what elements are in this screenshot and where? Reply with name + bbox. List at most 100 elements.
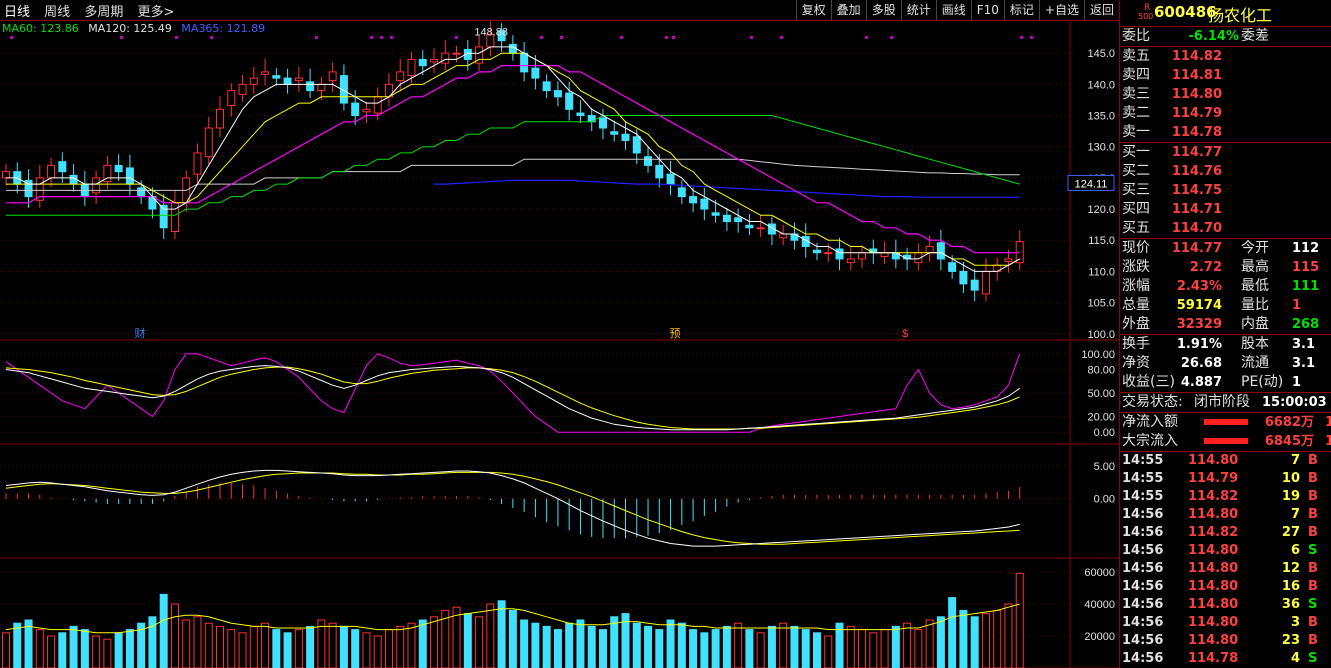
ask-price: 114.79 (1171, 106, 1222, 121)
trading-status: 交易状态: 闭市阶段 15:00:03 (1120, 393, 1331, 413)
kline-chart[interactable]: 145.0140.0135.0130.0125.0120.0115.0110.0… (0, 0, 1119, 668)
trade-volume: 27 (1281, 525, 1300, 540)
signal-dot (120, 36, 123, 39)
trade-side: B (1308, 579, 1318, 594)
quote-row: 现价 114.77 今开 112 (1120, 239, 1331, 258)
volume-bar (869, 632, 878, 668)
candle-body (610, 131, 619, 135)
flow-label: 大宗流入 (1122, 433, 1178, 449)
flow-row: 净流入额 6682万 1 (1120, 413, 1331, 432)
stat-label: 总量 (1122, 297, 1150, 313)
signal-dot (1020, 36, 1023, 39)
candle-body (689, 196, 698, 204)
volume-bar (47, 635, 56, 668)
volume-bar (981, 613, 990, 668)
volume-bar (610, 616, 619, 668)
trade-side: B (1308, 615, 1318, 630)
candle-body (125, 167, 134, 185)
candle-body (430, 58, 439, 63)
candle-body (734, 217, 743, 223)
macd-dif-line (5, 469, 1020, 547)
trade-row: 14:56 114.80 3 B (1120, 614, 1331, 632)
volume-bar (306, 625, 315, 668)
volume-bar (790, 625, 799, 668)
period-tabs: 日线 周线 多周期 更多> (4, 1, 184, 20)
trade-price: 114.78 (1188, 651, 1239, 666)
volume-bar (508, 609, 517, 668)
signal-dot (210, 36, 213, 39)
multi-stock-button[interactable]: 多股 (865, 0, 901, 20)
volume-bar (711, 629, 720, 668)
trade-time: 14:56 (1122, 525, 1164, 540)
volume-bar (92, 635, 101, 668)
volume-bar (824, 635, 833, 668)
candle-body (58, 161, 67, 173)
candle-body (576, 112, 585, 117)
trade-row: 14:55 114.79 10 B (1120, 470, 1331, 488)
volume-bar (655, 629, 664, 668)
stats-button[interactable]: 统计 (900, 0, 936, 20)
signal-dot (1030, 36, 1033, 39)
volume-bar (553, 629, 562, 668)
trade-time: 14:56 (1122, 507, 1164, 522)
chart-area[interactable]: 145.0140.0135.0130.0125.0120.0115.0110.0… (0, 0, 1119, 668)
trade-side: S (1308, 543, 1318, 558)
candle-body (418, 58, 427, 67)
mark-button[interactable]: 标记 (1003, 0, 1039, 20)
volume-bar (846, 625, 855, 668)
trade-row: 14:56 114.80 36 S (1120, 596, 1331, 614)
volume-bar (531, 622, 540, 668)
volume-bar (294, 629, 303, 668)
bid-row: 买五 114.70 (1120, 219, 1331, 238)
overlay-button[interactable]: 叠加 (830, 0, 866, 20)
signal-dot (780, 36, 783, 39)
volume-bar (644, 625, 653, 668)
price-tick-label: 135.0 (1087, 111, 1115, 123)
fund-row: 收益(三) 4.887 PE(动) 1 (1120, 373, 1331, 392)
ma-short-line (6, 46, 1020, 272)
volume-bar (779, 622, 788, 668)
trade-side: B (1308, 471, 1318, 486)
weibi-row: 委比 -6.14% 委差 (1120, 27, 1331, 47)
volume-bar (1004, 603, 1013, 668)
volume-bar (903, 622, 912, 668)
back-button[interactable]: 返回 (1083, 0, 1119, 20)
volume-tick-label: 40000 (1084, 599, 1115, 611)
candle-body (204, 127, 213, 158)
toolbar: 日线 周线 多周期 更多> 复权 叠加 多股 统计 画线 F10 标记 +自选 … (0, 0, 1119, 21)
volume-bar (700, 632, 709, 668)
candle-body (970, 279, 979, 291)
volume-bar (948, 597, 957, 668)
volume-bar (666, 619, 675, 668)
flow-bar (1204, 419, 1248, 425)
tab-multi-period[interactable]: 多周期 (84, 5, 123, 20)
bid-price: 114.70 (1171, 221, 1222, 236)
draw-line-button[interactable]: 画线 (935, 0, 971, 20)
candle-body (835, 248, 844, 260)
current-price-tag: 124.11 (1075, 178, 1108, 190)
adjust-button[interactable]: 复权 (795, 0, 831, 20)
f10-button[interactable]: F10 (970, 0, 1004, 20)
tab-weekly[interactable]: 周线 (44, 5, 70, 20)
trade-side: B (1308, 525, 1318, 540)
weibi-value: -6.14% (1188, 29, 1240, 44)
add-watchlist-button[interactable]: +自选 (1038, 0, 1084, 20)
volume-bar (159, 593, 168, 668)
trade-time: 14:56 (1122, 543, 1164, 558)
candle-body (598, 117, 607, 129)
candle-body (621, 133, 630, 141)
volume-bar (475, 616, 484, 668)
candle-body (948, 262, 957, 272)
trade-row: 14:56 114.78 4 S (1120, 650, 1331, 668)
volume-tick-label: 60000 (1084, 567, 1115, 579)
trade-volume: 36 (1281, 597, 1300, 612)
stat-label: 量比 (1241, 297, 1269, 313)
tab-daily[interactable]: 日线 (4, 5, 30, 20)
flow-bar (1204, 438, 1248, 444)
fund-row: 换手 1.91% 股本 3.1 (1120, 335, 1331, 354)
ask-row: 卖三 114.80 (1120, 85, 1331, 104)
candle-body (745, 224, 754, 229)
volume-bar (812, 632, 821, 668)
tab-more[interactable]: 更多> (137, 5, 174, 20)
macd-tick-label: 0.00 (1094, 494, 1115, 506)
